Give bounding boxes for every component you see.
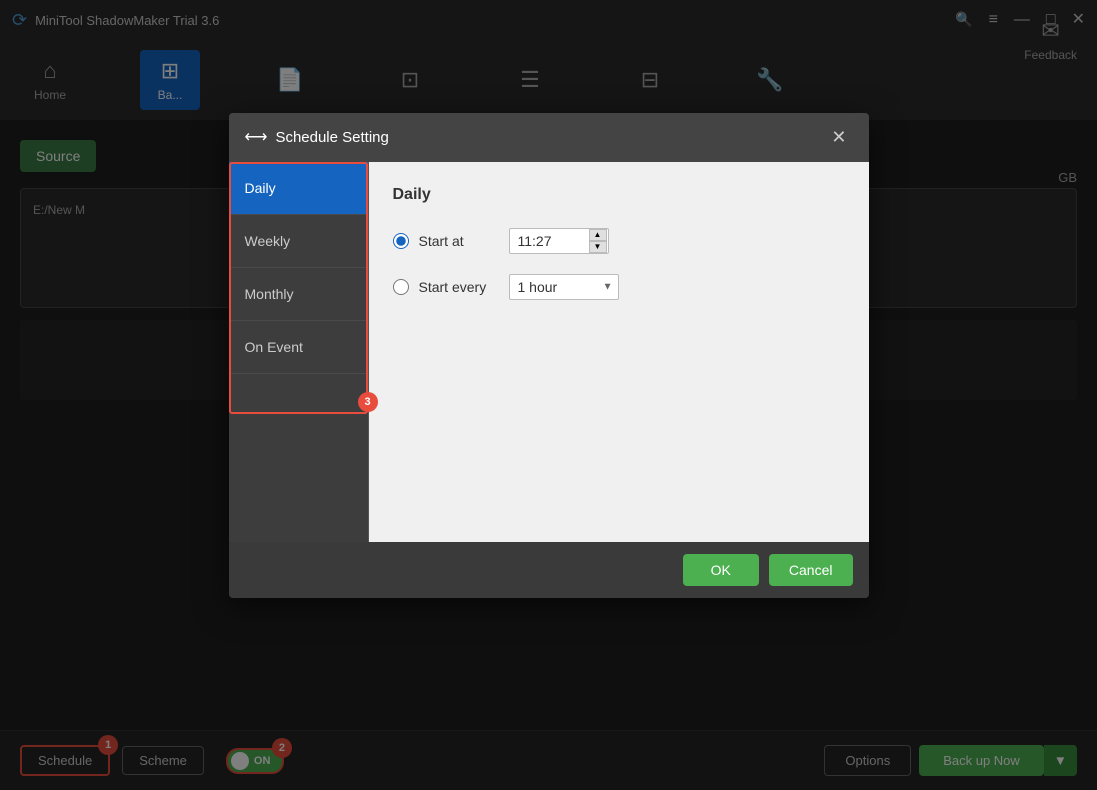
- schedule-dialog: ⟷ Schedule Setting ✕ Daily Weekly Monthl…: [229, 113, 869, 598]
- dialog-title-icon: ⟷: [245, 127, 268, 147]
- app-body: ⌂ Home ⊞ Ba... 📄 ⊡ ☰ ⊟ 🔧 ✉ Feedback Sour…: [0, 40, 1097, 790]
- start-every-radio[interactable]: [393, 279, 409, 295]
- interval-dropdown[interactable]: 1 hour 2 hours 3 hours 4 hours 6 hours 1…: [509, 274, 619, 300]
- sidebar-tab-weekly[interactable]: Weekly: [229, 215, 368, 268]
- dialog-title-text: Schedule Setting: [275, 129, 388, 146]
- spin-up-button[interactable]: ▲: [589, 229, 607, 241]
- sidebar-tab-daily[interactable]: Daily: [229, 162, 368, 215]
- spin-down-button[interactable]: ▼: [589, 241, 607, 253]
- sidebar-tab-monthly[interactable]: Monthly: [229, 268, 368, 321]
- dialog-footer: OK Cancel: [229, 542, 869, 598]
- start-at-row: Start at ▲ ▼: [393, 228, 845, 254]
- start-at-label: Start at: [419, 233, 499, 249]
- radio-group: Start at ▲ ▼ S: [393, 228, 845, 300]
- dialog-close-button[interactable]: ✕: [825, 125, 852, 150]
- start-every-row: Start every 1 hour 2 hours 3 hours 4 hou…: [393, 274, 845, 300]
- time-input-wrapper: ▲ ▼: [509, 228, 609, 254]
- spin-buttons: ▲ ▼: [589, 229, 607, 253]
- cancel-button[interactable]: Cancel: [769, 554, 853, 586]
- dialog-header: ⟷ Schedule Setting ✕: [229, 113, 869, 162]
- dialog-sidebar: Daily Weekly Monthly On Event 3: [229, 162, 369, 542]
- badge-3: 3: [358, 392, 378, 412]
- daily-title: Daily: [393, 186, 845, 204]
- dialog-body: Daily Weekly Monthly On Event 3 Daily: [229, 162, 869, 542]
- ok-button[interactable]: OK: [683, 554, 759, 586]
- sidebar-tab-on-event[interactable]: On Event: [229, 321, 368, 374]
- start-at-radio[interactable]: [393, 233, 409, 249]
- modal-overlay: ⟷ Schedule Setting ✕ Daily Weekly Monthl…: [0, 0, 1097, 790]
- dialog-title: ⟷ Schedule Setting: [245, 127, 389, 147]
- dialog-content: Daily Start at ▲ ▼: [369, 162, 869, 542]
- interval-dropdown-wrapper: 1 hour 2 hours 3 hours 4 hours 6 hours 1…: [509, 274, 619, 300]
- start-every-label: Start every: [419, 279, 499, 295]
